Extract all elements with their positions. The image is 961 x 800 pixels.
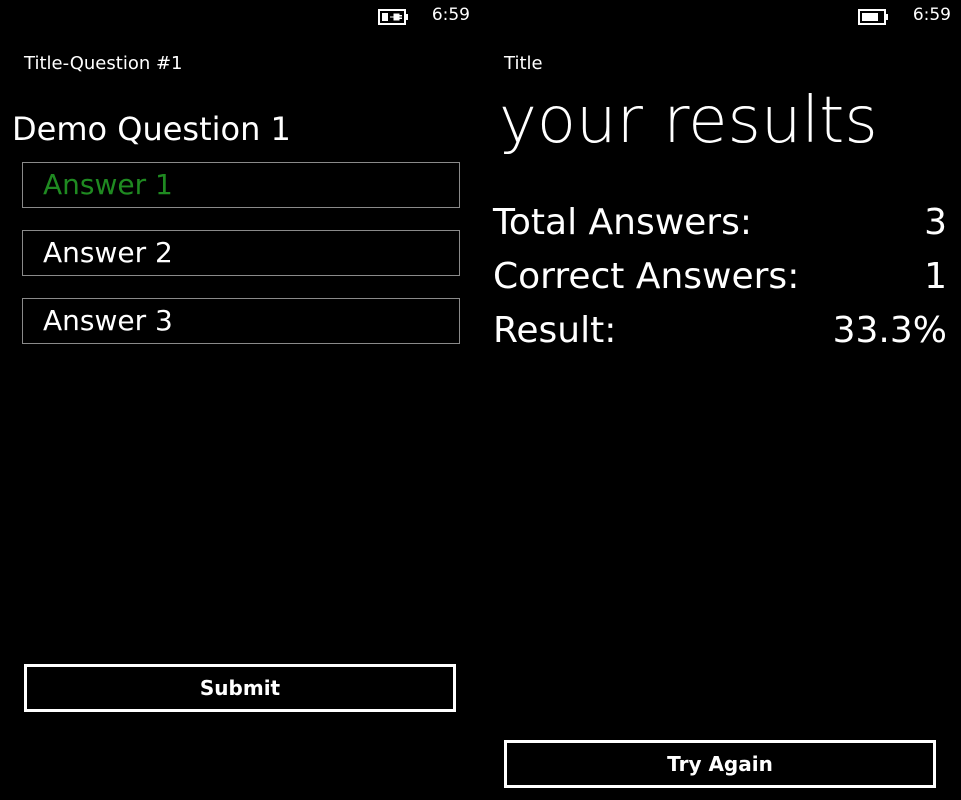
result-value: 33.3% [832, 309, 947, 351]
results-screen: 6:59 Title your results Total Answers: 3… [481, 0, 961, 800]
status-time: 6:59 [912, 5, 951, 25]
status-time: 6:59 [431, 5, 470, 25]
battery-icon [858, 9, 888, 25]
question-text: Demo Question 1 [12, 110, 291, 148]
answer-option-3[interactable]: Answer 3 [22, 298, 460, 344]
app-title: Title-Question #1 [24, 53, 183, 74]
app-title: Title [504, 53, 543, 74]
status-bar: 6:59 [0, 0, 480, 32]
result-label: Correct Answers: [493, 255, 800, 297]
result-row-total: Total Answers: 3 [493, 200, 947, 244]
question-screen: 6:59 Title-Question #1 Demo Question 1 A… [0, 0, 480, 800]
result-row-percentage: Result: 33.3% [493, 308, 947, 352]
result-row-correct: Correct Answers: 1 [493, 254, 947, 298]
result-label: Result: [493, 309, 617, 351]
battery-charging-icon [378, 9, 408, 25]
page-title: your results [499, 84, 878, 158]
submit-button[interactable]: Submit [24, 664, 456, 712]
answer-option-1[interactable]: Answer 1 [22, 162, 460, 208]
result-value: 1 [924, 255, 947, 297]
answer-option-2[interactable]: Answer 2 [22, 230, 460, 276]
status-bar: 6:59 [481, 0, 961, 32]
try-again-button[interactable]: Try Again [504, 740, 936, 788]
result-label: Total Answers: [493, 201, 752, 243]
result-value: 3 [924, 201, 947, 243]
